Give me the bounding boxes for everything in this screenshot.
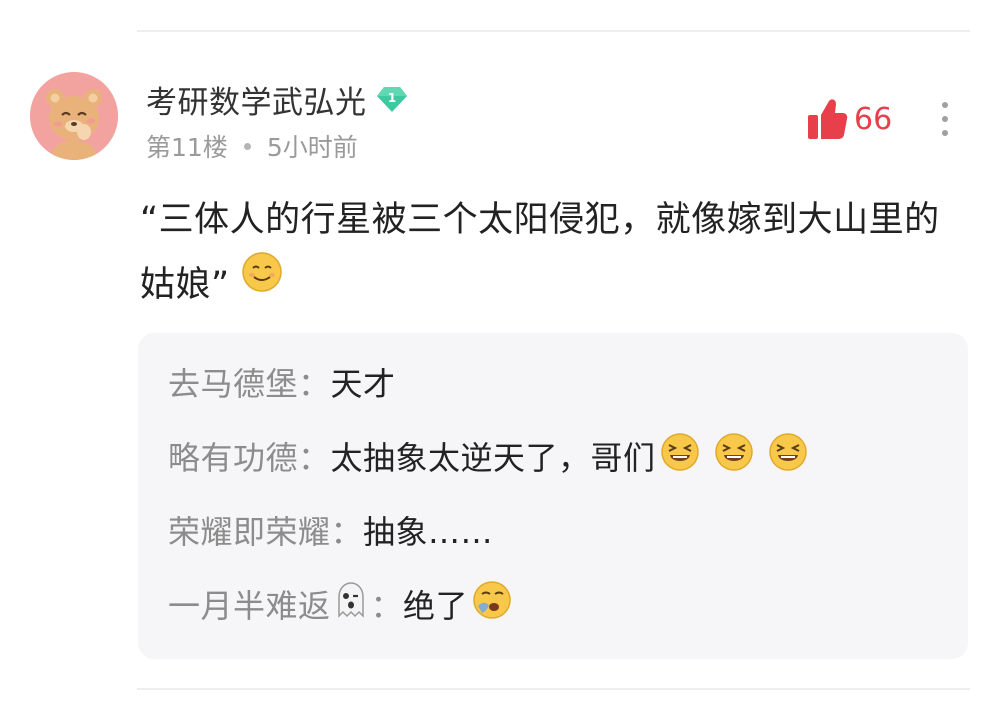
like-button[interactable]: 66	[806, 96, 892, 142]
username[interactable]: 考研数学武弘光	[146, 77, 367, 122]
more-vertical-icon	[942, 102, 948, 136]
diamond-badge-icon: 1	[375, 82, 409, 116]
more-options-button[interactable]	[930, 98, 960, 140]
floor-number: 第11楼	[146, 133, 228, 162]
reply-separator: ：	[298, 439, 331, 477]
meta-separator-dot	[243, 142, 251, 150]
reply-item[interactable]: 去马德堡 ： 天才	[168, 357, 396, 407]
reply-item[interactable]: 略有功德 ： 太抽象太逆天了，哥们	[168, 431, 808, 481]
avatar[interactable]	[30, 72, 118, 160]
laughing-emoji-icon	[714, 432, 754, 480]
laughing-emoji-icon	[660, 432, 700, 480]
top-divider	[137, 30, 970, 32]
reply-author[interactable]: 荣耀即荣耀	[168, 507, 331, 553]
laughing-emoji-icon	[768, 432, 808, 480]
like-count: 66	[854, 101, 893, 137]
level-badge-number: 1	[387, 91, 395, 105]
comment-meta: 第11楼 5小时前	[146, 128, 358, 164]
reply-separator: ：	[370, 587, 404, 625]
comment-body: “三体人的行星被三个太阳侵犯，就像嫁到大山里的姑娘”	[140, 188, 975, 319]
reply-author[interactable]: 去马德堡	[168, 359, 298, 405]
bottom-divider	[137, 688, 970, 690]
reply-author[interactable]: 略有功德	[168, 433, 298, 479]
thumbs-up-icon	[808, 99, 848, 139]
reply-text: 天才	[330, 365, 396, 403]
reply-item[interactable]: 一月半难返 ： 绝了	[168, 579, 512, 629]
smile-emoji-icon	[241, 250, 283, 315]
reply-item[interactable]: 荣耀即荣耀 ： 抽象……	[168, 505, 493, 555]
comment-header: 考研数学武弘光 1	[146, 77, 409, 122]
replies-panel: 去马德堡 ： 天才 略有功德 ： 太抽象太逆天了，哥们 荣耀即荣耀 ： 抽象………	[138, 333, 968, 659]
yawning-emoji-icon	[472, 580, 512, 628]
reply-separator: ：	[298, 365, 331, 403]
reply-text: 绝了	[403, 587, 469, 625]
reply-text: 太抽象太逆天了，哥们	[330, 439, 656, 477]
reply-text: 抽象……	[363, 513, 494, 551]
reply-author[interactable]: 一月半难返	[168, 581, 331, 627]
reply-separator: ：	[330, 513, 364, 551]
time-ago: 5小时前	[266, 133, 358, 162]
ghost-emoji-icon	[331, 580, 371, 628]
